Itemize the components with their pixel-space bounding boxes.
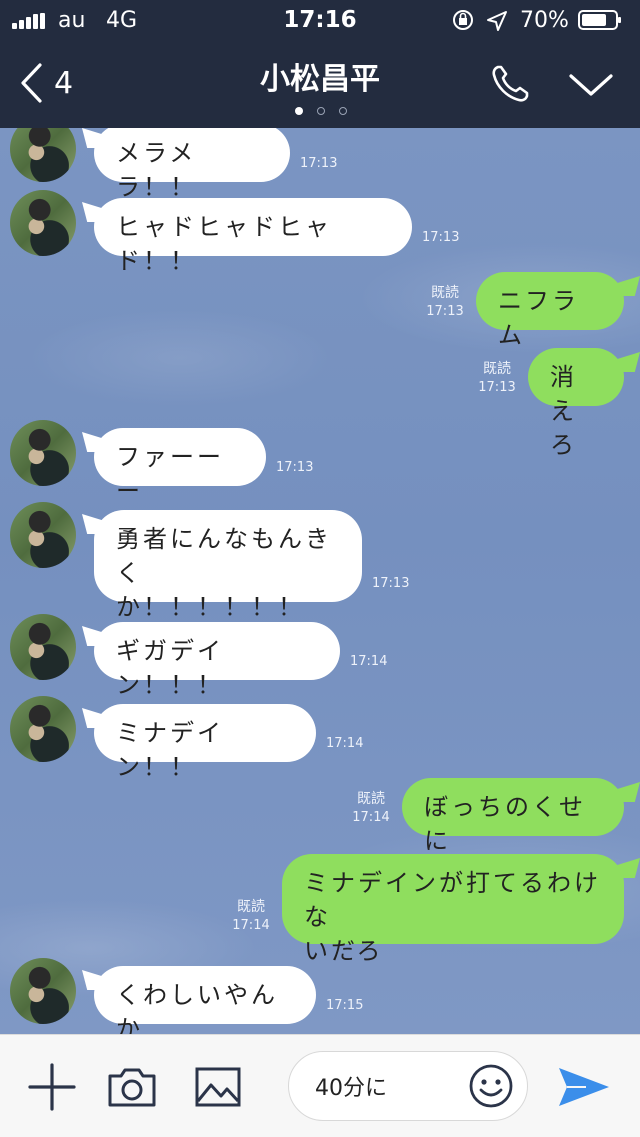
message-time: 17:15 — [326, 998, 364, 1013]
message-time: 17:13 — [300, 156, 338, 171]
message-time: 17:13 — [422, 230, 460, 245]
avatar[interactable] — [10, 190, 76, 256]
message-time: 17:13 — [276, 460, 314, 475]
message-time: 17:14 — [352, 810, 390, 825]
read-receipt: 既読 — [431, 285, 459, 301]
location-icon — [487, 11, 507, 31]
message-bubble[interactable]: 消えろ — [528, 348, 624, 459]
message-time: 17:14 — [350, 654, 388, 669]
avatar[interactable] — [10, 696, 76, 762]
battery-icon — [578, 10, 621, 30]
back-chevron-icon — [21, 63, 42, 103]
battery-percent: 70% — [520, 8, 569, 33]
page-dot — [317, 107, 325, 115]
status-bar: au 4G 17:16 70% — [0, 0, 640, 40]
message-bubble[interactable]: くわしいやんか — [94, 966, 316, 1034]
unread-count: 4 — [54, 66, 74, 101]
chevron-down-icon[interactable] — [568, 70, 614, 100]
message-bubble[interactable]: ファーーー — [94, 428, 266, 505]
message-time: 17:13 — [372, 576, 410, 591]
message-time: 17:14 — [232, 918, 270, 933]
input-bar — [0, 1034, 640, 1137]
message-bubble[interactable]: ギガデイン！！！ — [94, 622, 340, 699]
avatar[interactable] — [10, 614, 76, 680]
message-time: 17:13 — [478, 380, 516, 395]
plus-icon[interactable] — [28, 1063, 76, 1111]
page-dot — [295, 107, 303, 115]
message-time: 17:14 — [326, 736, 364, 751]
read-receipt: 既読 — [483, 361, 511, 377]
phone-icon[interactable] — [488, 62, 532, 106]
message-bubble[interactable]: ぼっちのくせに — [402, 778, 624, 855]
avatar[interactable] — [10, 502, 76, 568]
camera-icon[interactable] — [106, 1065, 158, 1109]
avatar[interactable] — [10, 958, 76, 1024]
chat-area[interactable]: メラメラ！！ 17:13 ヒャドヒャドヒャド！！ 17:13 既読 ニフラム 17:13 既読… — [0, 128, 640, 1034]
chat-header: 4 小松昌平 — [0, 40, 640, 128]
message-bubble[interactable]: メラメラ！！ — [94, 128, 290, 201]
avatar[interactable] — [10, 420, 76, 486]
chat-title: 小松昌平 — [260, 62, 380, 97]
message-time: 17:13 — [426, 304, 464, 319]
send-icon[interactable] — [556, 1065, 612, 1109]
message-bubble[interactable]: ヒャドヒャドヒャド！！ — [94, 198, 412, 275]
message-bubble[interactable]: 勇者にんなもんきく か！！！！！！ — [94, 510, 362, 621]
message-bubble[interactable]: ミナデイン！！ — [94, 704, 316, 781]
message-bubble[interactable]: ニフラム — [476, 272, 624, 349]
emoji-icon[interactable] — [468, 1063, 514, 1109]
back-button[interactable]: 4 — [18, 60, 88, 104]
page-dot — [339, 107, 347, 115]
page-indicator — [295, 106, 347, 116]
read-receipt: 既読 — [357, 791, 385, 807]
message-bubble[interactable]: ミナデインが打てるわけな いだろ — [282, 854, 624, 965]
orientation-lock-icon — [453, 10, 473, 30]
avatar[interactable] — [10, 128, 76, 182]
read-receipt: 既読 — [237, 899, 265, 915]
image-icon[interactable] — [194, 1065, 242, 1109]
